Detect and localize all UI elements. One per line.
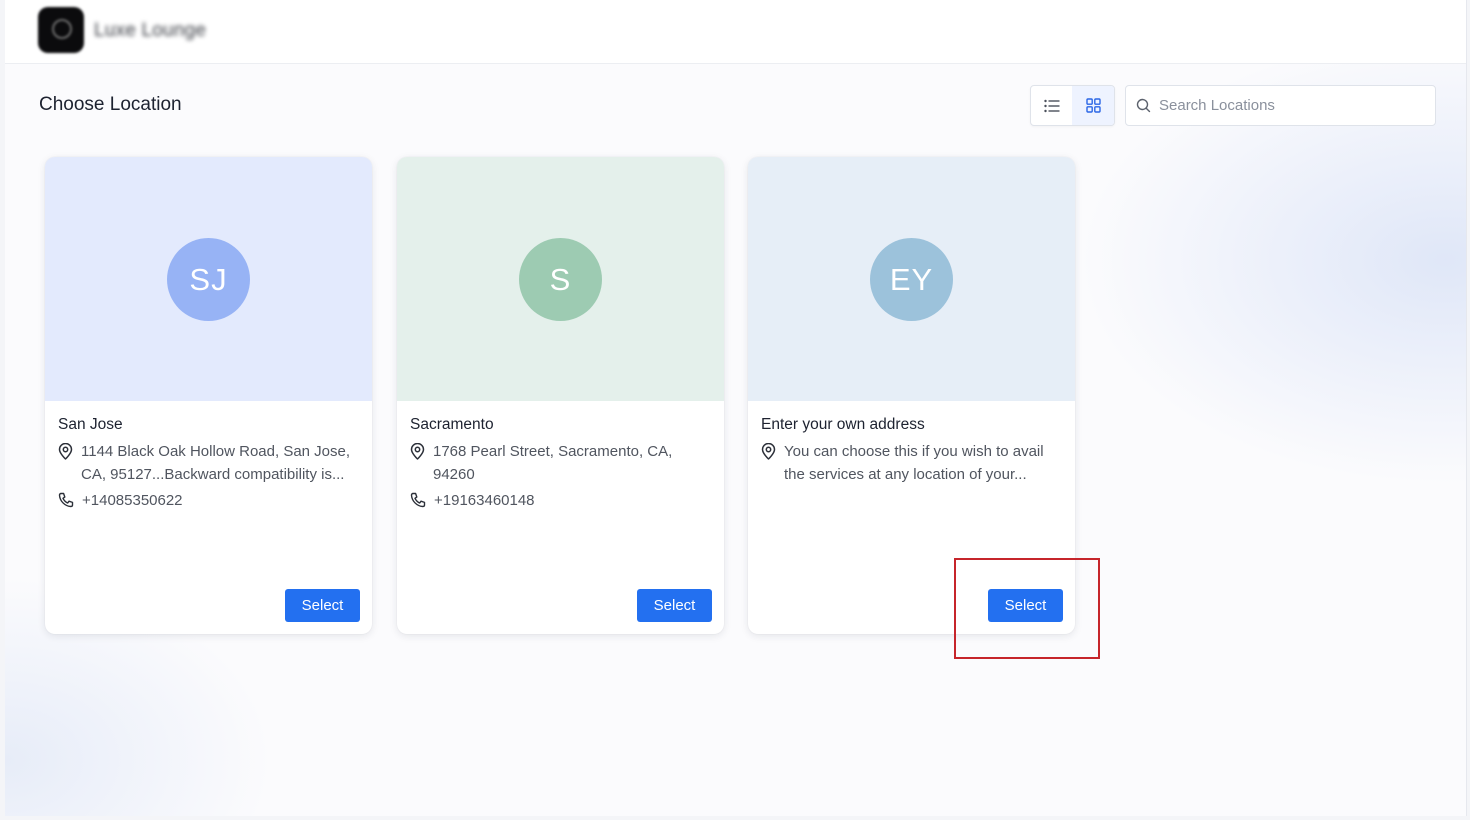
phone-icon: [58, 492, 74, 508]
select-button[interactable]: Select: [637, 589, 712, 622]
location-name: Enter your own address: [761, 416, 925, 433]
location-card[interactable]: SJ San Jose 1144 Black Oak Hollow Road, …: [45, 157, 372, 634]
top-bar: Luxe Lounge: [5, 0, 1466, 64]
location-card[interactable]: S Sacramento 1768 Pearl Street, Sacramen…: [397, 157, 724, 634]
page-title: Choose Location: [39, 94, 182, 115]
address-row: 1144 Black Oak Hollow Road, San Jose, CA…: [58, 440, 357, 486]
brand-logo[interactable]: [38, 7, 84, 53]
search-box: [1125, 85, 1436, 126]
phone-row: +19163460148: [410, 489, 710, 512]
location-address: You can choose this if you wish to avail…: [784, 443, 1044, 483]
app-frame: Luxe Lounge Choose Location Search Locat…: [5, 0, 1467, 816]
location-name: Sacramento: [410, 416, 494, 433]
location-avatar: EY: [870, 238, 953, 321]
highlight-box: [954, 558, 1100, 659]
card-banner: EY: [748, 157, 1075, 401]
map-pin-icon: [761, 443, 776, 460]
location-address: 1144 Black Oak Hollow Road, San Jose, CA…: [81, 443, 351, 483]
location-avatar: SJ: [167, 238, 250, 321]
map-pin-icon: [58, 443, 73, 460]
select-button[interactable]: Select: [285, 589, 360, 622]
brand-name: Luxe Lounge: [94, 20, 207, 41]
location-address: 1768 Pearl Street, Sacramento, CA, 94260: [433, 443, 673, 483]
location-phone: +14085350622: [82, 492, 183, 509]
location-phone: +19163460148: [434, 492, 535, 509]
address-row: You can choose this if you wish to avail…: [761, 440, 1060, 486]
search-icon: [1136, 98, 1151, 113]
location-name: San Jose: [58, 416, 123, 433]
list-view-button[interactable]: [1031, 86, 1072, 125]
grid-view-icon: [1085, 98, 1101, 113]
location-avatar: S: [519, 238, 602, 321]
search-input[interactable]: [1159, 97, 1419, 114]
view-toggle: [1030, 85, 1115, 126]
phone-icon: [410, 492, 426, 508]
map-pin-icon: [410, 443, 425, 460]
grid-view-button[interactable]: [1072, 86, 1114, 125]
card-banner: S: [397, 157, 724, 401]
address-row: 1768 Pearl Street, Sacramento, CA, 94260: [410, 440, 709, 486]
card-banner: SJ: [45, 157, 372, 401]
phone-row: +14085350622: [58, 489, 358, 512]
list-view-icon: [1043, 99, 1059, 112]
